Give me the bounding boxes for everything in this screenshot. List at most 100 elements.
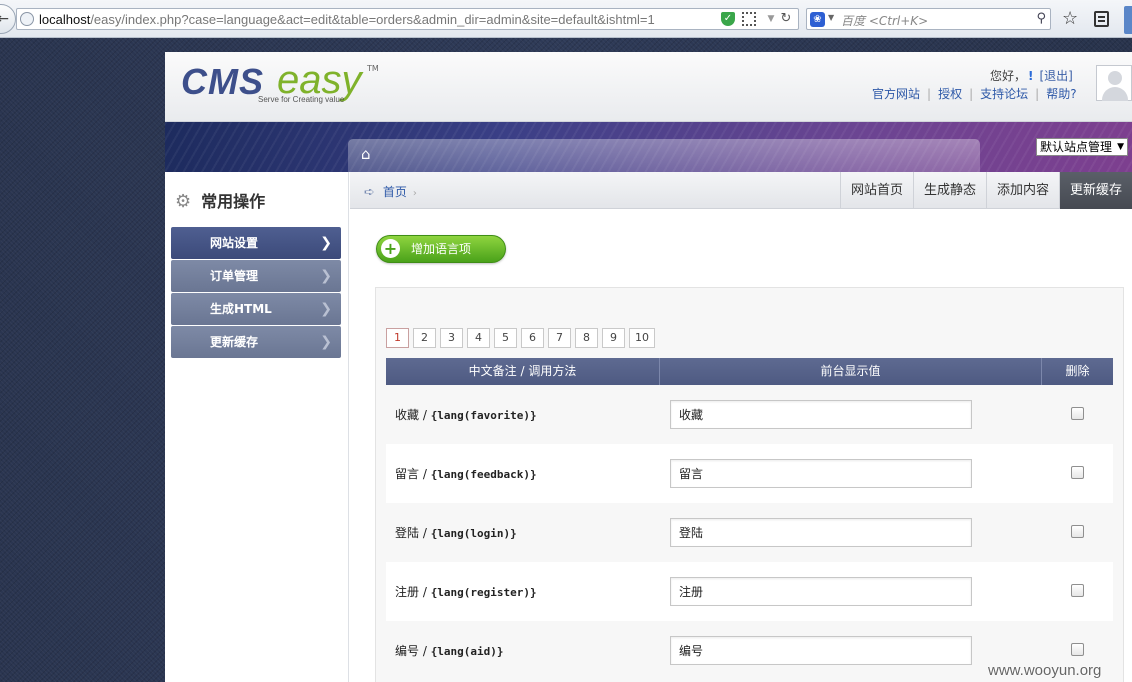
divider: | <box>927 87 932 101</box>
address-bar[interactable]: localhost/easy/index.php?case=language&a… <box>16 8 799 30</box>
bookmark-star-icon[interactable]: ☆ <box>1062 8 1078 30</box>
generate-static-button[interactable]: 生成静态 <box>912 172 986 209</box>
logo-main: CMS <box>181 61 264 102</box>
official-site-link[interactable]: 官方网站 <box>872 87 920 101</box>
table-row: 注册 / {lang(register)} <box>386 562 1113 621</box>
user-greeting: 您好，! [退出] <box>990 67 1073 84</box>
quick-buttons: 网站首页 生成静态 添加内容 更新缓存 <box>839 172 1132 209</box>
reload-icon[interactable]: ↻ <box>779 12 793 26</box>
call-code: {lang(aid)} <box>430 645 504 658</box>
page-link[interactable]: 4 <box>467 328 490 348</box>
delete-checkbox[interactable] <box>1071 524 1084 538</box>
search-engine-dropdown-icon[interactable]: ▼ <box>828 13 834 22</box>
shield-icon[interactable]: ✓ <box>721 12 735 26</box>
logo-tm: TM <box>367 64 379 73</box>
forum-link[interactable]: 支持论坛 <box>980 87 1028 101</box>
reader-icon[interactable] <box>1094 11 1109 27</box>
page-link[interactable]: 2 <box>413 328 436 348</box>
call-code: {lang(feedback)} <box>430 468 537 481</box>
license-link[interactable]: 授权 <box>938 87 962 101</box>
display-value-input[interactable] <box>670 400 972 429</box>
globe-icon <box>20 12 34 26</box>
breadcrumb-bar: ➪ 首页 › 网站首页 生成静态 添加内容 更新缓存 <box>350 172 1132 209</box>
search-bar[interactable]: ❀ ▼ 百度 <Ctrl+K> ⚲ <box>806 8 1051 30</box>
search-icon[interactable]: ⚲ <box>1036 11 1046 26</box>
gear-icon: ⚙ <box>175 191 192 212</box>
note-text: 登陆 <box>395 526 420 540</box>
site-select[interactable]: 默认站点管理 ▼ <box>1036 138 1128 156</box>
sidebar-menu: 网站设置 ❯ 订单管理 ❯ 生成HTML ❯ 更新缓存 ❯ <box>171 227 341 359</box>
call-code: {lang(favorite)} <box>430 409 537 422</box>
language-table: 中文备注 / 调用方法 前台显示值 删除 收藏 / {lang(favorite… <box>386 358 1113 680</box>
chevron-right-icon: ❯ <box>320 334 332 350</box>
cms-admin: CMS easy TM Serve for Creating value 您好，… <box>165 52 1132 682</box>
add-content-button[interactable]: 添加内容 <box>985 172 1059 209</box>
page-link[interactable]: 5 <box>494 328 517 348</box>
search-placeholder: 百度 <Ctrl+K> <box>841 14 929 28</box>
note-text: 收藏 <box>395 408 420 422</box>
row-note: 留言 / {lang(feedback)} <box>395 467 537 481</box>
browser-toolbar: ← localhost/easy/index.php?case=language… <box>0 0 1132 38</box>
display-value-input[interactable] <box>670 577 972 606</box>
delete-checkbox[interactable] <box>1071 406 1084 420</box>
arrow-right-icon: ➪ <box>364 185 375 200</box>
page-link[interactable]: 1 <box>386 328 409 348</box>
avatar[interactable] <box>1096 65 1132 101</box>
delete-checkbox[interactable] <box>1071 583 1084 597</box>
breadcrumb-separator: › <box>412 188 417 199</box>
logout-link[interactable]: [退出] <box>1040 69 1073 83</box>
watermark: www.wooyun.org <box>988 662 1102 679</box>
row-note: 收藏 / {lang(favorite)} <box>395 408 537 422</box>
add-language-item-button[interactable]: + 增加语言项 <box>376 235 506 263</box>
note-text: 注册 <box>395 585 420 599</box>
qr-code-icon[interactable] <box>742 12 756 26</box>
display-value-input[interactable] <box>670 459 972 488</box>
page-link[interactable]: 10 <box>629 328 655 348</box>
help-link[interactable]: 帮助? <box>1046 87 1076 101</box>
display-value-input[interactable] <box>670 636 972 665</box>
top-links: 官方网站 | 授权 | 支持论坛 | 帮助? <box>872 85 1077 102</box>
sidebar-item-orders[interactable]: 订单管理 ❯ <box>171 260 341 292</box>
page-link[interactable]: 8 <box>575 328 598 348</box>
call-code: {lang(login)} <box>430 527 517 540</box>
address-text[interactable]: localhost/easy/index.php?case=language&a… <box>39 12 655 27</box>
page-link[interactable]: 7 <box>548 328 571 348</box>
page-link[interactable]: 6 <box>521 328 544 348</box>
row-note: 编号 / {lang(aid)} <box>395 644 504 658</box>
page-link[interactable]: 9 <box>602 328 625 348</box>
sidebar-title-text: 常用操作 <box>201 192 266 211</box>
baidu-paw-icon[interactable]: ❀ <box>810 12 825 27</box>
sidebar-title: ⚙ 常用操作 <box>175 188 265 212</box>
plus-icon: + <box>381 239 400 258</box>
address-host: localhost <box>39 12 91 27</box>
sidebar-item-generate-html[interactable]: 生成HTML ❯ <box>171 293 341 325</box>
chevron-down-icon: ▼ <box>1117 142 1124 152</box>
sidebar-item-site-settings[interactable]: 网站设置 ❯ <box>171 227 341 259</box>
dropdown-arrow-icon[interactable]: ▼ <box>764 12 778 26</box>
greeting-text: 您好， <box>990 69 1027 83</box>
pagination: 1 2 3 4 5 6 7 8 9 10 <box>386 328 659 348</box>
site-home-button[interactable]: 网站首页 <box>839 172 913 209</box>
side-tab[interactable] <box>1124 6 1132 34</box>
cmseasy-logo[interactable]: CMS easy TM Serve for Creating value <box>181 58 381 112</box>
divider: | <box>1035 87 1040 101</box>
note-text: 编号 <box>395 644 420 658</box>
table-row: 留言 / {lang(feedback)} <box>386 444 1113 503</box>
breadcrumb: ➪ 首页 › <box>364 183 417 200</box>
display-value-input[interactable] <box>670 518 972 547</box>
sidebar-item-label: 网站设置 <box>210 236 259 250</box>
update-cache-button[interactable]: 更新缓存 <box>1058 172 1132 209</box>
logo-tagline: Serve for Creating value <box>258 95 345 104</box>
sidebar-item-update-cache[interactable]: 更新缓存 ❯ <box>171 326 341 358</box>
home-icon[interactable]: ⌂ <box>361 145 371 163</box>
sidebar-item-label: 订单管理 <box>210 269 259 283</box>
delete-checkbox[interactable] <box>1071 642 1084 656</box>
language-panel: 1 2 3 4 5 6 7 8 9 10 中文备注 / 调用方法 前台显示值 删… <box>375 287 1124 682</box>
call-code: {lang(register)} <box>430 586 537 599</box>
column-header-note: 中文备注 / 调用方法 <box>386 358 660 385</box>
back-arrow-icon[interactable]: ← <box>0 4 16 34</box>
page-link[interactable]: 3 <box>440 328 463 348</box>
home-tab[interactable]: ⌂ <box>348 139 980 172</box>
breadcrumb-home[interactable]: 首页 <box>383 185 407 199</box>
delete-checkbox[interactable] <box>1071 465 1084 479</box>
